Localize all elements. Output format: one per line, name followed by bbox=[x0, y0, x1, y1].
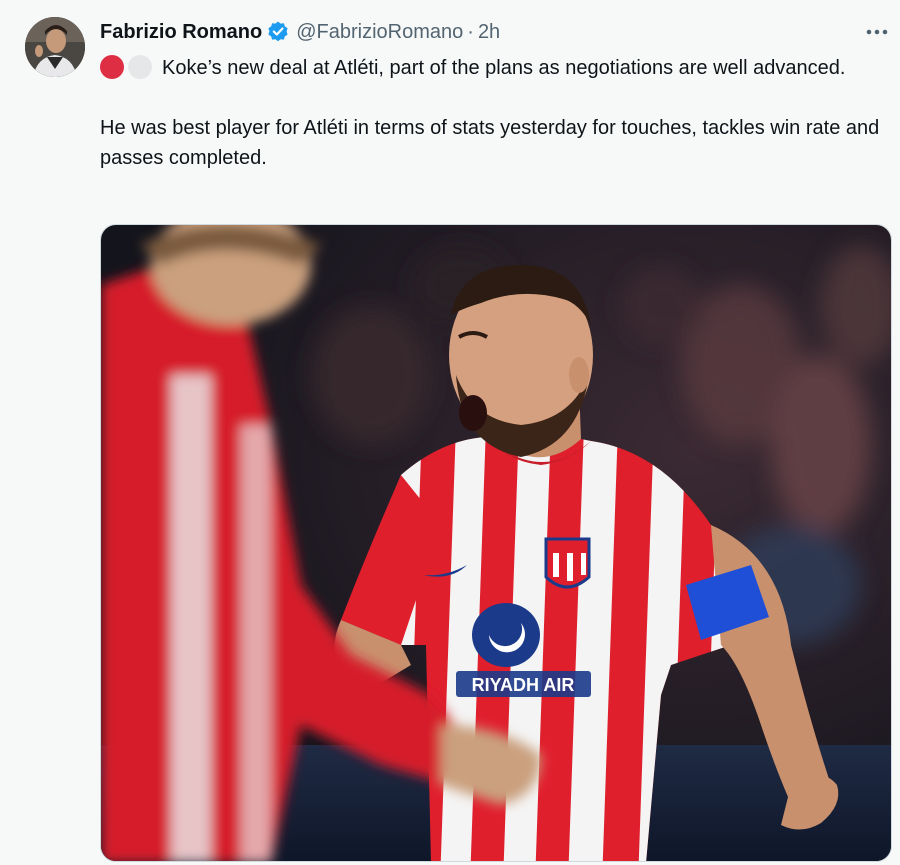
tweet-text-line-1: Koke’s new deal at Atléti, part of the p… bbox=[162, 57, 846, 79]
tweet[interactable]: Fabrizio Romano @FabrizioRomano · 2h Kok… bbox=[0, 0, 900, 865]
tweet-timestamp[interactable]: 2h bbox=[478, 21, 500, 44]
verified-badge-icon bbox=[266, 20, 290, 44]
tweet-header: Fabrizio Romano @FabrizioRomano · 2h bbox=[100, 18, 500, 46]
tweet-text: Koke’s new deal at Atléti, part of the p… bbox=[100, 53, 895, 173]
author-handle[interactable]: @FabrizioRomano bbox=[296, 21, 463, 44]
author-avatar[interactable] bbox=[25, 17, 85, 77]
tweet-photo[interactable]: RIYADH AIR bbox=[100, 224, 892, 862]
author-name[interactable]: Fabrizio Romano bbox=[100, 21, 262, 44]
header-separator: · bbox=[467, 20, 474, 43]
sponsor-text: RIYADH AIR bbox=[472, 675, 575, 695]
more-options-icon[interactable] bbox=[862, 22, 892, 42]
tweet-paragraph-2: He was best player for Atléti in terms o… bbox=[100, 117, 880, 169]
white-circle-emoji-icon bbox=[128, 55, 152, 79]
tweet-paragraph-1: Koke’s new deal at Atléti, part of the p… bbox=[100, 53, 895, 83]
red-circle-emoji-icon bbox=[100, 55, 124, 79]
